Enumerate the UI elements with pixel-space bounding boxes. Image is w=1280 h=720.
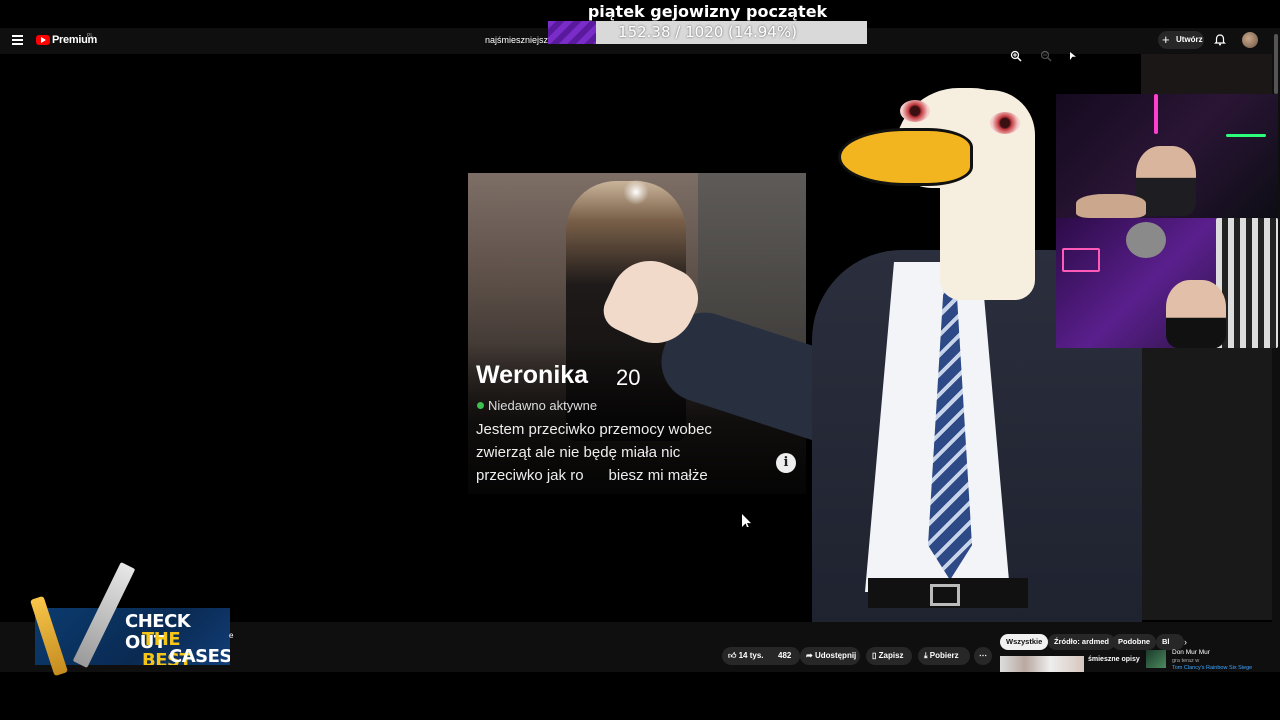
filter-chip-source[interactable]: Źródło: ardmed [1048, 634, 1116, 650]
zoom-in-icon[interactable] [1010, 50, 1022, 62]
thumb-up-icon: 👍︎ [728, 651, 739, 660]
profile-name: Weronika [476, 361, 589, 389]
like-button[interactable]: 👍︎ 14 tys. 482 [722, 647, 800, 665]
promo-banner: CHECK OUT THE BEST CASES [35, 608, 230, 665]
zoom-out-icon[interactable] [1040, 50, 1052, 62]
share-button[interactable]: ➦ Udostępnij [800, 647, 860, 665]
friend-status: gra teraz w [1172, 658, 1200, 664]
video-title-fragment: e [229, 631, 234, 640]
promo-line: CASES [169, 646, 230, 665]
goose-man-buckle [930, 584, 960, 606]
info-icon[interactable]: i [776, 453, 796, 473]
dislike-count: 482 [778, 651, 792, 660]
suggested-video-title[interactable]: śmieszne opisy [1088, 656, 1140, 663]
profile-age: 20 [616, 365, 641, 390]
scrollbar-thumb[interactable] [1274, 34, 1278, 94]
related-panel-header [1141, 54, 1272, 94]
filter-chip-similar[interactable]: Podobne [1112, 634, 1157, 650]
wall-records [1126, 222, 1166, 258]
create-button[interactable]: + Utwórz [1158, 31, 1204, 49]
webcam-streamer-1 [1056, 94, 1278, 218]
profile-bio-line: przeciwko jak ro biesz mi małże [476, 467, 708, 484]
stream-goal-title: piątek gejowizny początek [587, 2, 828, 21]
avatar[interactable] [1242, 32, 1258, 48]
goal-progress-text: 152.38 / 1020 (14.94%) [618, 23, 797, 41]
profile-bio-line: zwierząt ale nie będę miała nic [476, 444, 681, 461]
profile-bio-line: Jestem przeciwko przemocy wobec [476, 421, 712, 438]
menu-icon[interactable] [12, 34, 24, 46]
streamer-arm [1076, 194, 1146, 218]
camera-flash [623, 179, 649, 205]
mouse-cursor-icon [742, 514, 751, 527]
suggested-video-thumbnail[interactable] [1000, 656, 1084, 672]
download-button[interactable]: ⤓ Pobierz [918, 647, 970, 665]
neon-light [1226, 134, 1266, 137]
more-actions-button[interactable]: ⋯ [974, 647, 992, 665]
save-button[interactable]: ▯ Zapisz [866, 647, 912, 665]
online-dot-icon [477, 402, 484, 409]
chevron-right-icon[interactable]: › [1184, 637, 1187, 647]
create-label: Utwórz [1176, 35, 1203, 44]
filter-chip-more[interactable]: Bl [1156, 634, 1184, 650]
friend-game: Tom Clancy's Rainbow Six Siege [1172, 665, 1253, 671]
goose-eye [990, 112, 1020, 134]
like-count: 14 tys. [738, 651, 764, 660]
download-label: Pobierz [929, 651, 959, 660]
save-label: Zapisz [878, 651, 904, 660]
brand-country: PL [87, 33, 94, 39]
webcam-streamer-2 [1056, 218, 1278, 348]
bell-icon[interactable] [1214, 34, 1226, 46]
plus-icon: + [1162, 32, 1170, 47]
goose-beak [838, 128, 973, 186]
profile-status: Niedawno aktywne [488, 398, 598, 413]
neon-sign [1062, 248, 1100, 272]
filter-chip-all[interactable]: Wszystkie [1000, 634, 1049, 650]
neon-light [1154, 94, 1158, 134]
search-input[interactable]: najśmieszniejsze [485, 35, 553, 45]
youtube-logo-icon[interactable] [36, 35, 50, 45]
share-label: Udostępnij [814, 651, 857, 660]
goal-progress-bar: 152.38 / 1020 (14.94%) [548, 21, 867, 44]
bookmark-icon: ▯ [872, 651, 879, 660]
goose-eye [900, 100, 930, 122]
streamer-person [1166, 280, 1226, 348]
friend-name: Don Mur Mur [1172, 649, 1210, 656]
share-icon: ➦ [806, 651, 815, 660]
game-icon [1146, 650, 1166, 668]
